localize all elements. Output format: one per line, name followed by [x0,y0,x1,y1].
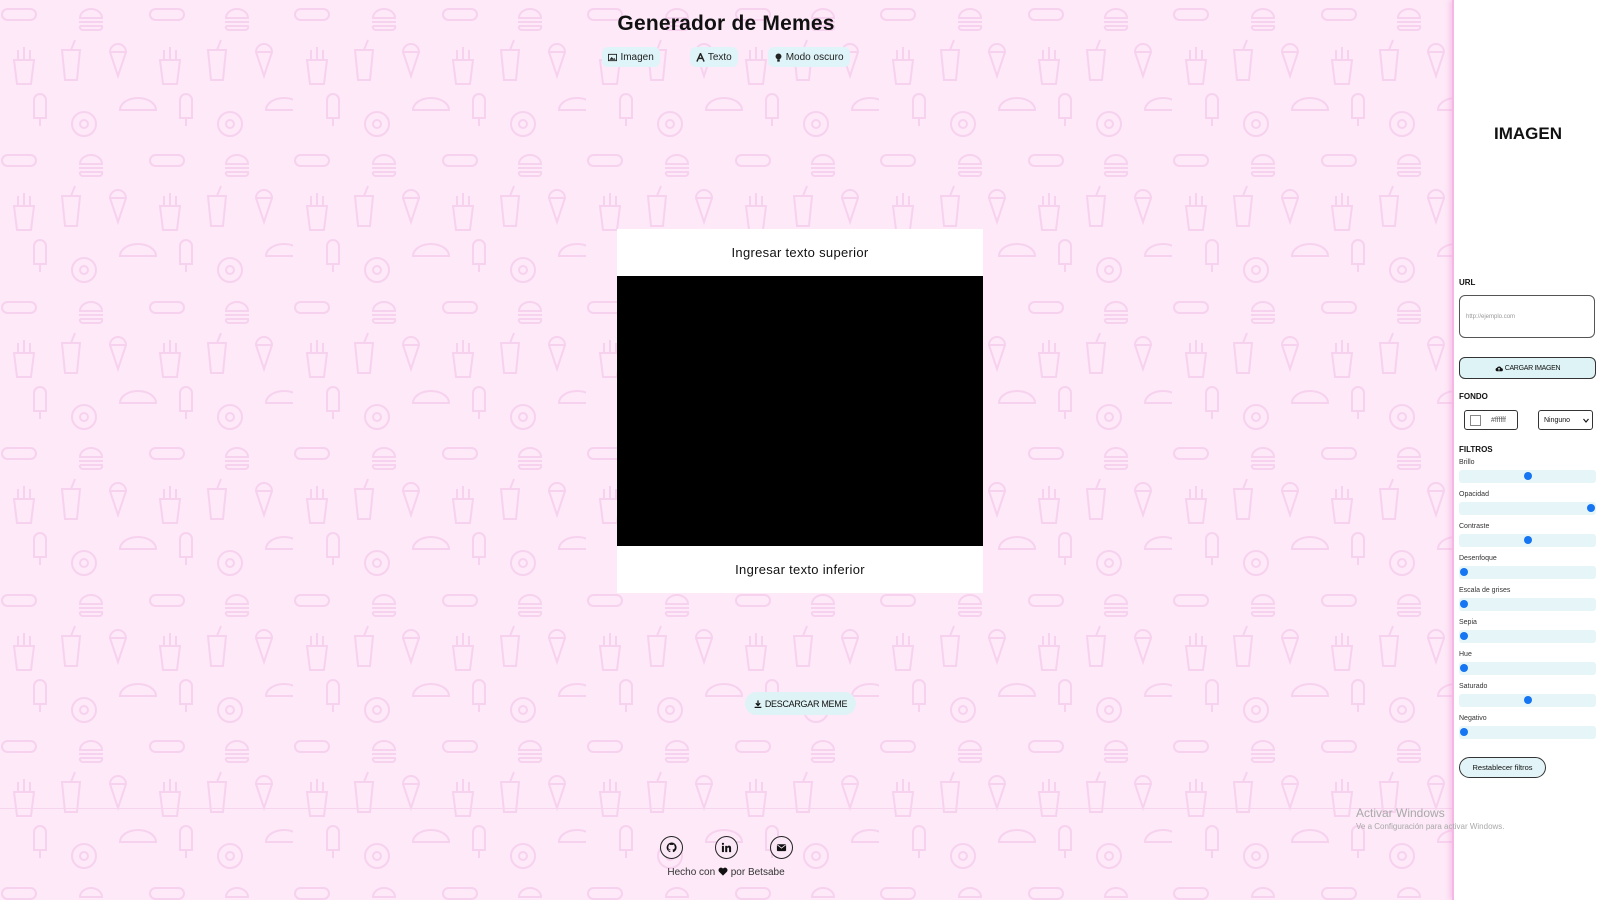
watermark-title: Activar Windows [1356,806,1445,820]
filter-slider-label: Brillo [1459,459,1475,466]
download-meme-label: DESCARGAR MEME [764,698,848,709]
filter-slider-row: Negativo [1459,715,1596,739]
social-links [0,836,1452,859]
background-color-value: #ffffff [1491,416,1506,424]
filter-slider[interactable] [1459,726,1596,739]
email-link[interactable] [769,836,793,859]
slider-thumb[interactable] [1523,536,1532,544]
load-image-label: CARGAR IMAGEN [1504,364,1561,372]
background-label: FONDO [1459,392,1488,401]
reset-filters-button[interactable]: Restablecer filtros [1459,757,1546,778]
filter-slider-label: Opacidad [1459,491,1489,498]
chevron-down-icon [1583,418,1589,423]
image-settings-panel: IMAGEN URL http://ejemplo.com CARGAR IMA… [1452,0,1600,900]
filter-slider-label: Saturado [1459,683,1488,690]
background-color-picker[interactable]: #ffffff [1464,410,1518,430]
filter-slider[interactable] [1459,662,1596,675]
meme-image [617,276,983,546]
filters-label: FILTROS [1459,445,1493,454]
header: Generador de Memes Imagen Texto Modo osc… [0,0,1452,90]
cloud-upload-icon [1495,365,1503,371]
slider-thumb[interactable] [1460,568,1468,576]
filter-slider[interactable] [1459,598,1596,611]
filter-slider-row: Hue [1459,651,1596,675]
nav-image-button[interactable]: Imagen [602,47,660,67]
slider-thumb[interactable] [1523,472,1532,480]
filter-slider[interactable] [1459,502,1596,515]
reset-filters-label: Restablecer filtros [1472,763,1533,772]
filter-slider[interactable] [1459,694,1596,707]
made-by-credit: Hecho con por Betsabe [0,867,1452,878]
github-link[interactable] [659,836,683,859]
filter-slider[interactable] [1459,630,1596,643]
filter-slider[interactable] [1459,470,1596,483]
text-icon [696,52,705,62]
url-label: URL [1459,278,1476,287]
url-placeholder: http://ejemplo.com [1466,313,1516,320]
panel-title: IMAGEN [1494,124,1562,143]
slider-thumb[interactable] [1460,600,1468,608]
heart-icon [718,867,728,876]
filter-slider-label: Hue [1459,651,1472,658]
image-icon [608,53,618,61]
url-input[interactable]: http://ejemplo.com [1459,295,1595,338]
slider-thumb[interactable] [1523,696,1532,704]
nav-text-label: Texto [707,51,732,63]
nav-dark-mode-label: Modo oscuro [785,51,844,63]
blend-mode-select[interactable]: Ninguno [1538,410,1593,430]
load-image-button[interactable]: CARGAR IMAGEN [1459,357,1596,379]
slider-thumb[interactable] [1460,664,1468,672]
top-nav: Imagen Texto Modo oscuro [0,47,1452,67]
filter-slider-row: Saturado [1459,683,1596,707]
filter-slider-label: Escala de grises [1459,587,1511,594]
meme-container: Ingresar texto superior Ingresar texto i… [617,229,983,593]
filter-slider[interactable] [1459,534,1596,547]
page-title: Generador de Memes [617,12,835,35]
made-by-suffix: por Betsabe [730,867,785,878]
filter-slider-label: Desenfoque [1459,555,1497,562]
filter-slider-row: Escala de grises [1459,587,1596,611]
windows-activation-watermark: Activar Windows Ve a Configuración para … [1356,806,1505,831]
filter-slider-row: Desenfoque [1459,555,1596,579]
filter-slider-label: Sepia [1459,619,1477,626]
filter-slider-label: Contraste [1459,523,1490,530]
lightbulb-icon [775,52,782,62]
nav-image-label: Imagen [620,51,654,63]
filter-slider-label: Negativo [1459,715,1487,722]
filter-slider-row: Sepia [1459,619,1596,643]
github-icon [666,842,677,853]
filter-slider-row: Contraste [1459,523,1596,547]
made-by-prefix: Hecho con [667,867,716,878]
meme-bottom-text: Ingresar texto inferior [617,546,983,593]
linkedin-link[interactable] [714,836,738,859]
filter-slider-row: Opacidad [1459,491,1596,515]
nav-dark-mode-button[interactable]: Modo oscuro [767,47,850,67]
slider-thumb[interactable] [1587,504,1595,512]
color-swatch [1470,414,1481,426]
blend-mode-value: Ninguno [1544,416,1571,424]
download-meme-button[interactable]: DESCARGAR MEME [745,692,856,715]
nav-text-button[interactable]: Texto [689,47,738,67]
linkedin-icon [721,842,731,853]
slider-thumb[interactable] [1460,632,1468,640]
footer-divider [0,808,1452,809]
slider-thumb[interactable] [1460,728,1468,736]
download-icon [754,699,762,708]
filter-slider[interactable] [1459,566,1596,579]
filter-slider-row: Brillo [1459,459,1596,483]
envelope-icon [776,844,786,852]
meme-top-text: Ingresar texto superior [617,229,983,276]
watermark-subtitle: Ve a Configuración para activar Windows. [1356,822,1505,831]
